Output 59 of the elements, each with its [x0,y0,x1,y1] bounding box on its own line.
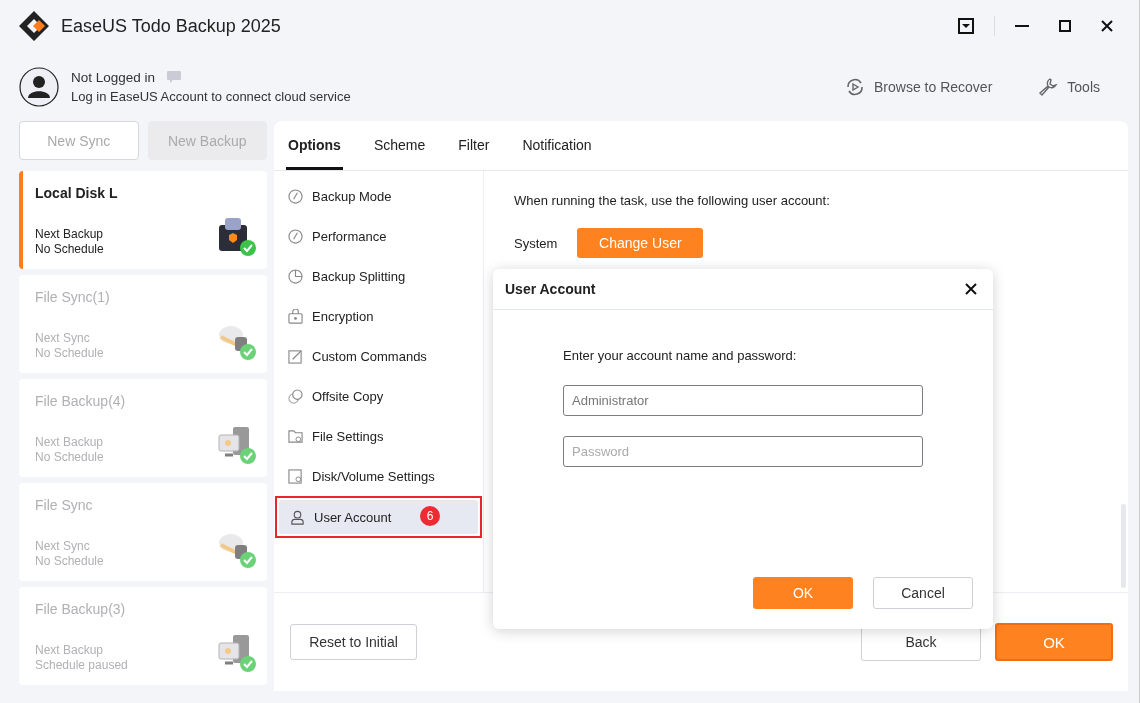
wrench-icon [1038,76,1059,97]
gauge-icon [288,228,303,244]
lock-icon [288,308,303,324]
recover-icon [845,76,866,97]
dialog-title: User Account [505,281,596,297]
menu-item[interactable]: Offsite Copy [277,376,480,416]
account-prompt: When running the task, use the following user account: [514,193,831,208]
menu-item[interactable]: Backup Mode [277,176,480,216]
password-field[interactable]: Password [563,436,923,467]
task-name: File Backup(3) [35,601,127,617]
current-account: System [514,235,558,251]
menu-item[interactable]: Custom Commands [277,336,480,376]
login-status: Not Logged in [71,69,156,85]
task-schedule-label: Next Sync [35,539,91,554]
task-name: File Backup(4) [35,393,126,409]
dialog-prompt: Enter your account name and password: [563,348,798,363]
app-logo-icon [19,11,49,41]
task-schedule-label: Next Backup [35,435,105,450]
dropdown-icon[interactable] [958,18,974,34]
window-title: EaseUS Todo Backup 2025 [61,15,281,37]
overlapping-circles-icon [288,388,303,404]
folder-settings-icon [288,428,303,444]
scrollbar[interactable] [1121,504,1126,588]
menu-item[interactable]: File Settings [277,416,480,456]
login-link[interactable]: Log in EaseUS Account to connect cloud service [71,88,351,104]
edit-icon [288,348,303,364]
task-schedule-status: No Schedule [35,554,104,569]
task-name: File Sync(1) [35,289,110,305]
tab[interactable]: Options [286,121,343,170]
task-schedule-label: Next Backup [35,643,105,658]
user-icon [290,509,305,525]
avatar-icon[interactable] [19,66,59,107]
close-icon[interactable] [1101,20,1113,32]
pie-chart-icon [288,268,303,284]
task-schedule-status: No Schedule [35,346,105,361]
gauge-icon [288,188,303,204]
tools-button[interactable]: Tools [1038,76,1100,97]
tab[interactable]: Filter [443,121,505,170]
username-field[interactable]: Administrator [563,385,923,416]
maximize-icon[interactable] [1059,20,1071,32]
close-icon[interactable] [965,283,977,295]
menu-item[interactable]: Disk/Volume Settings [277,456,480,496]
task-schedule-label: Next Sync [35,331,91,346]
reset-button[interactable]: Reset to Initial [290,624,417,660]
task-name: Local Disk L [35,185,118,201]
menu-item[interactable]: Backup Splitting [277,256,480,296]
task-name: File Sync [35,497,94,513]
tab[interactable]: Notification [507,121,607,170]
task-schedule-status: No Schedule [35,450,105,465]
tab[interactable]: Scheme [358,121,441,170]
disk-settings-icon [288,468,303,484]
task-schedule-label: Next Backup [35,227,105,242]
menu-item[interactable]: Performance [277,216,480,256]
task-schedule-status: No Schedule [35,242,105,257]
menu-item[interactable]: Encryption [277,296,480,336]
task-schedule-status: Schedule paused [35,658,128,673]
task-card[interactable]: Local Disk L Next Backup No Schedule [19,171,267,269]
cancel-button[interactable]: Cancel [873,577,973,609]
recover-button[interactable]: Browse to Recover [845,76,993,97]
